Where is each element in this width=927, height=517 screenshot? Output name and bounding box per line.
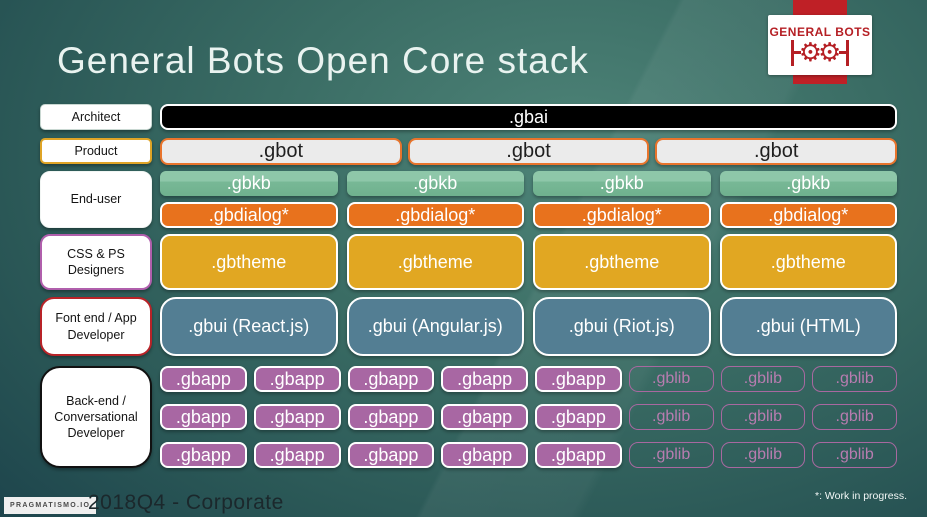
row-gbot: .gbot .gbot .gbot bbox=[160, 138, 898, 165]
gblib-box: .gblib bbox=[628, 404, 714, 430]
gbapp-box: .gbapp bbox=[253, 442, 341, 468]
general-bots-logo: GENERAL BOTS ⚙ ⚙ bbox=[768, 15, 872, 75]
footer-caption: 2018Q4 - Corporate bbox=[88, 491, 284, 514]
row-label-frontend-app-developer: Font end / App Developer bbox=[40, 297, 152, 356]
gbapp-box: .gbapp bbox=[441, 404, 528, 430]
page-title: General Bots Open Core stack bbox=[57, 40, 589, 81]
logo-wordmark: GENERAL BOTS bbox=[769, 24, 871, 39]
gblib-box: .gblib bbox=[812, 404, 897, 430]
gbkb-box: .gbkb bbox=[719, 171, 897, 196]
row-gbai: .gbai bbox=[160, 104, 897, 130]
gblib-box: .gblib bbox=[628, 442, 714, 468]
gblib-box: .gblib bbox=[628, 366, 714, 392]
gbtheme-box: .gbtheme bbox=[719, 234, 897, 290]
gbapp-box: .gbapp bbox=[160, 366, 247, 392]
gblib-box: .gblib bbox=[720, 366, 806, 392]
gear-icon: ⚙ bbox=[818, 37, 842, 68]
gbapp-box: .gbapp bbox=[347, 366, 435, 392]
gbapp-box: .gbapp bbox=[347, 404, 435, 430]
pragmatismo-logo: PRAGMATISMO.IO bbox=[4, 497, 97, 514]
gbui-angular-box: .gbui (Angular.js) bbox=[346, 297, 524, 356]
gblib-box: .gblib bbox=[720, 404, 806, 430]
row-label-css-ps-designers: CSS & PS Designers bbox=[40, 234, 152, 290]
slide: General Bots Open Core stack GENERAL BOT… bbox=[0, 0, 927, 517]
work-in-progress-footnote: *: Work in progress. bbox=[814, 490, 907, 502]
gbdialog-box: .gbdialog* bbox=[160, 202, 338, 228]
row-gbkb: .gbkb .gbkb .gbkb .gbkb bbox=[160, 171, 897, 196]
row-label-architect: Architect bbox=[40, 104, 152, 130]
row-gbapp-gblib-3: .gbapp .gbapp .gbapp .gbapp .gbapp .gbli… bbox=[160, 442, 897, 468]
gbkb-box: .gbkb bbox=[533, 171, 711, 196]
row-label-end-user: End-user bbox=[40, 171, 152, 228]
row-gbdialog: .gbdialog* .gbdialog* .gbdialog* .gbdial… bbox=[160, 202, 897, 228]
row-label-backend-conversational-developer: Back-end / Conversational Developer bbox=[40, 366, 152, 468]
gbot-box: .gbot bbox=[655, 138, 898, 165]
row-label-product: Product bbox=[40, 138, 152, 164]
gbkb-box: .gbkb bbox=[346, 171, 524, 196]
gblib-box: .gblib bbox=[812, 366, 897, 392]
gbot-box: .gbot bbox=[407, 138, 650, 165]
gbui-html-box: .gbui (HTML) bbox=[719, 297, 897, 356]
row-gbapp-gblib-1: .gbapp .gbapp .gbapp .gbapp .gbapp .gbli… bbox=[160, 366, 897, 392]
gbapp-box: .gbapp bbox=[347, 442, 435, 468]
gbapp-box: .gbapp bbox=[535, 366, 622, 392]
gbapp-box: .gbapp bbox=[441, 442, 528, 468]
gbtheme-box: .gbtheme bbox=[346, 234, 524, 290]
gear-axle-icon bbox=[839, 51, 847, 54]
gears-icon: ⚙ ⚙ bbox=[790, 37, 850, 68]
gblib-box: .gblib bbox=[812, 442, 897, 468]
gbapp-box: .gbapp bbox=[160, 404, 247, 430]
gbtheme-box: .gbtheme bbox=[160, 234, 338, 290]
gbui-react-box: .gbui (React.js) bbox=[160, 297, 338, 356]
gbdialog-box: .gbdialog* bbox=[533, 202, 711, 228]
row-gbui: .gbui (React.js) .gbui (Angular.js) .gbu… bbox=[160, 297, 897, 356]
gbui-riot-box: .gbui (Riot.js) bbox=[533, 297, 711, 356]
row-gbtheme: .gbtheme .gbtheme .gbtheme .gbtheme bbox=[160, 234, 897, 290]
row-gbapp-gblib-2: .gbapp .gbapp .gbapp .gbapp .gbapp .gbli… bbox=[160, 404, 897, 430]
gear-end-bar-icon bbox=[846, 39, 850, 66]
gbdialog-box: .gbdialog* bbox=[346, 202, 524, 228]
gbkb-box: .gbkb bbox=[160, 171, 338, 196]
gbtheme-box: .gbtheme bbox=[533, 234, 711, 290]
gbapp-box: .gbapp bbox=[441, 366, 528, 392]
gblib-box: .gblib bbox=[720, 442, 806, 468]
gbdialog-box: .gbdialog* bbox=[719, 202, 897, 228]
gbapp-box: .gbapp bbox=[535, 442, 622, 468]
gbot-box: .gbot bbox=[160, 138, 402, 165]
gbapp-box: .gbapp bbox=[535, 404, 622, 430]
gbapp-box: .gbapp bbox=[160, 442, 247, 468]
gbai-box: .gbai bbox=[160, 104, 897, 130]
gbapp-box: .gbapp bbox=[253, 404, 341, 430]
gbapp-box: .gbapp bbox=[253, 366, 341, 392]
